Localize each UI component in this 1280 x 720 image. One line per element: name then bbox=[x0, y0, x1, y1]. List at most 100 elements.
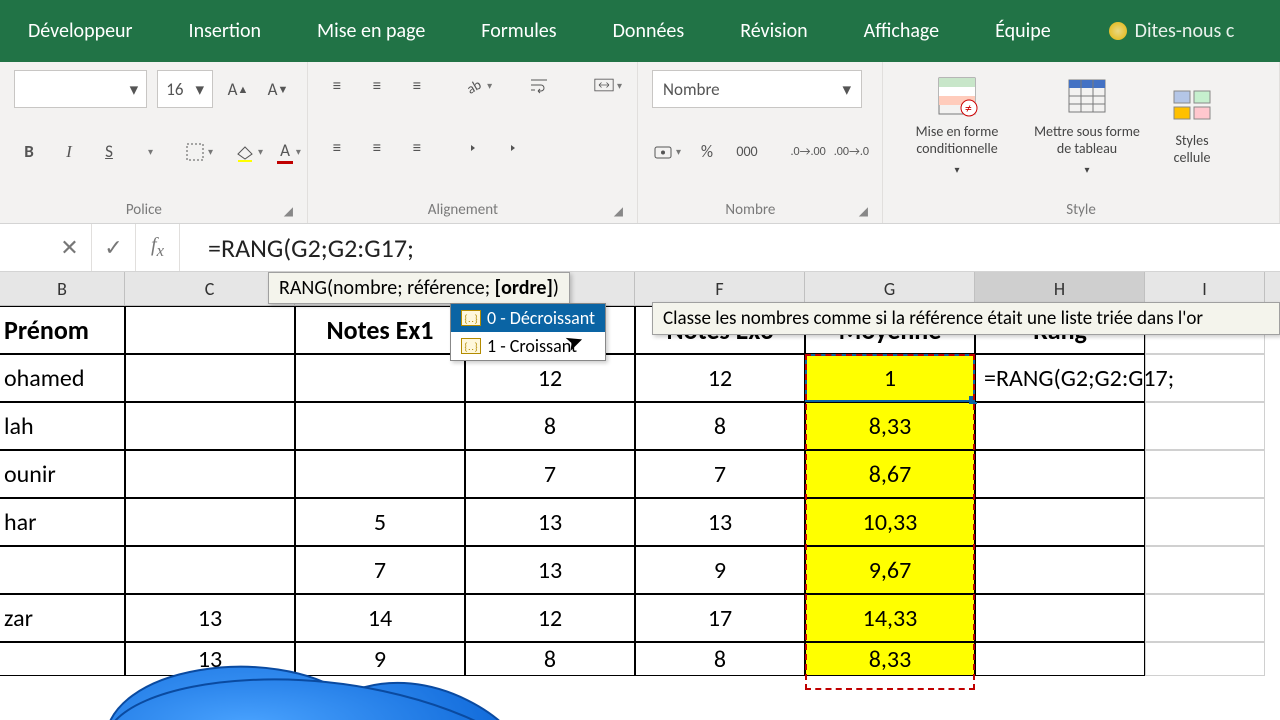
col-header-f[interactable]: F bbox=[635, 272, 805, 305]
worksheet-grid[interactable]: B C D E F G H I RANG(nombre; référence; … bbox=[0, 272, 1280, 676]
cell[interactable]: 8,33 bbox=[805, 402, 975, 450]
cell[interactable]: 9 bbox=[635, 546, 805, 594]
align-top-icon[interactable]: ≡ bbox=[322, 70, 352, 100]
cell-h2-editing[interactable]: =RANG(G2;G2:G17; bbox=[975, 354, 1145, 402]
cell[interactable]: ounir bbox=[0, 450, 125, 498]
col-header-b[interactable]: B bbox=[0, 272, 125, 305]
option-descending[interactable]: {‥} 0 - Décroissant bbox=[451, 304, 605, 332]
decrease-font-icon[interactable]: A▼ bbox=[263, 74, 293, 104]
cell[interactable] bbox=[975, 594, 1145, 642]
cell[interactable]: 13 bbox=[635, 498, 805, 546]
cell-g2[interactable]: 1 bbox=[805, 354, 975, 402]
cell[interactable]: har bbox=[0, 498, 125, 546]
cell[interactable] bbox=[0, 546, 125, 594]
conditional-formatting-button[interactable]: ≠ Mise en forme conditionnelle▾ bbox=[897, 70, 1017, 180]
cell[interactable]: 7 bbox=[635, 450, 805, 498]
formula-input[interactable]: =RANG(G2;G2:G17; bbox=[180, 232, 1280, 264]
cell[interactable]: 7 bbox=[295, 546, 465, 594]
tab-view[interactable]: Affichage bbox=[836, 0, 967, 62]
cell[interactable] bbox=[975, 546, 1145, 594]
cell[interactable]: 10,33 bbox=[805, 498, 975, 546]
cell[interactable]: 17 bbox=[635, 594, 805, 642]
merge-button[interactable] bbox=[593, 70, 623, 100]
cell[interactable] bbox=[1145, 546, 1265, 594]
cancel-formula-button[interactable]: ✕ bbox=[48, 224, 92, 271]
align-left-icon[interactable]: ≡ bbox=[322, 133, 352, 163]
col-header-i[interactable]: I bbox=[1145, 272, 1265, 305]
cell[interactable]: 7 bbox=[465, 450, 635, 498]
cell[interactable]: 12 bbox=[465, 354, 635, 402]
cell[interactable]: lah bbox=[0, 402, 125, 450]
cell[interactable] bbox=[295, 402, 465, 450]
cell[interactable] bbox=[125, 354, 295, 402]
number-dialog-launcher[interactable]: ◢ bbox=[859, 204, 868, 219]
align-bottom-icon[interactable]: ≡ bbox=[402, 70, 432, 100]
cell[interactable] bbox=[125, 450, 295, 498]
align-center-icon[interactable]: ≡ bbox=[362, 133, 392, 163]
cell[interactable] bbox=[975, 402, 1145, 450]
cell[interactable]: 14,33 bbox=[805, 594, 975, 642]
number-format-combo[interactable]: Nombre▾ bbox=[652, 70, 862, 108]
cell[interactable]: 12 bbox=[635, 354, 805, 402]
cell-styles-button[interactable]: Styles cellule bbox=[1157, 70, 1227, 180]
header-prenom[interactable]: Prénom bbox=[0, 306, 125, 354]
align-right-icon[interactable]: ≡ bbox=[402, 133, 432, 163]
tab-data[interactable]: Données bbox=[585, 0, 713, 62]
header-c[interactable] bbox=[125, 306, 295, 354]
cell[interactable] bbox=[1145, 642, 1265, 676]
col-header-g[interactable]: G bbox=[805, 272, 975, 305]
underline-dropdown[interactable] bbox=[134, 137, 164, 167]
cell[interactable] bbox=[295, 450, 465, 498]
tab-page-layout[interactable]: Mise en page bbox=[289, 0, 453, 62]
cell[interactable] bbox=[295, 354, 465, 402]
increase-decimal-icon[interactable]: .0→.00 bbox=[791, 137, 824, 167]
cell[interactable]: ohamed bbox=[0, 354, 125, 402]
increase-font-icon[interactable]: A▲ bbox=[223, 74, 253, 104]
format-as-table-button[interactable]: Mettre sous forme de tableau▾ bbox=[1027, 70, 1147, 180]
borders-button[interactable] bbox=[184, 137, 214, 167]
cell[interactable] bbox=[975, 498, 1145, 546]
tab-review[interactable]: Révision bbox=[712, 0, 835, 62]
cell[interactable]: 8 bbox=[635, 642, 805, 676]
col-header-h[interactable]: H bbox=[975, 272, 1145, 305]
cell[interactable]: 8 bbox=[635, 402, 805, 450]
tab-formulas[interactable]: Formules bbox=[453, 0, 584, 62]
font-color-button[interactable]: A bbox=[274, 137, 304, 167]
alignment-dialog-launcher[interactable]: ◢ bbox=[614, 204, 623, 219]
percent-button[interactable]: % bbox=[692, 137, 722, 167]
font-name-combo[interactable]: ▾ bbox=[14, 70, 147, 108]
italic-button[interactable]: I bbox=[54, 137, 84, 167]
font-dialog-launcher[interactable]: ◢ bbox=[284, 204, 293, 219]
insert-function-button[interactable]: fx bbox=[136, 224, 180, 271]
tell-me[interactable]: Dites-nous c bbox=[1109, 19, 1235, 43]
comma-style-button[interactable]: 000 bbox=[732, 137, 762, 167]
cell[interactable]: 8,33 bbox=[805, 642, 975, 676]
decrease-decimal-icon[interactable]: .00→.0 bbox=[835, 137, 868, 167]
underline-button[interactable]: S bbox=[94, 137, 124, 167]
increase-indent-icon[interactable] bbox=[504, 133, 534, 163]
decrease-indent-icon[interactable] bbox=[464, 133, 494, 163]
cell[interactable] bbox=[1145, 450, 1265, 498]
cell[interactable]: 9,67 bbox=[805, 546, 975, 594]
cell[interactable]: 8,67 bbox=[805, 450, 975, 498]
cell[interactable] bbox=[125, 498, 295, 546]
cell[interactable] bbox=[125, 402, 295, 450]
fill-color-button[interactable] bbox=[234, 137, 264, 167]
cell[interactable] bbox=[1145, 498, 1265, 546]
cell[interactable] bbox=[975, 642, 1145, 676]
accounting-format-button[interactable] bbox=[652, 137, 682, 167]
bold-button[interactable]: B bbox=[14, 137, 44, 167]
cell[interactable]: 13 bbox=[465, 546, 635, 594]
cell[interactable] bbox=[975, 450, 1145, 498]
tab-developer[interactable]: Développeur bbox=[0, 0, 161, 62]
tab-team[interactable]: Équipe bbox=[967, 0, 1079, 62]
wrap-text-button[interactable] bbox=[524, 70, 554, 100]
cell[interactable]: 5 bbox=[295, 498, 465, 546]
tab-insertion[interactable]: Insertion bbox=[161, 0, 290, 62]
enter-formula-button[interactable]: ✓ bbox=[92, 224, 136, 271]
align-middle-icon[interactable]: ≡ bbox=[362, 70, 392, 100]
header-notes-ex1[interactable]: Notes Ex1 bbox=[295, 306, 465, 354]
cell[interactable] bbox=[1145, 402, 1265, 450]
cell[interactable]: 8 bbox=[465, 402, 635, 450]
cell[interactable] bbox=[125, 546, 295, 594]
